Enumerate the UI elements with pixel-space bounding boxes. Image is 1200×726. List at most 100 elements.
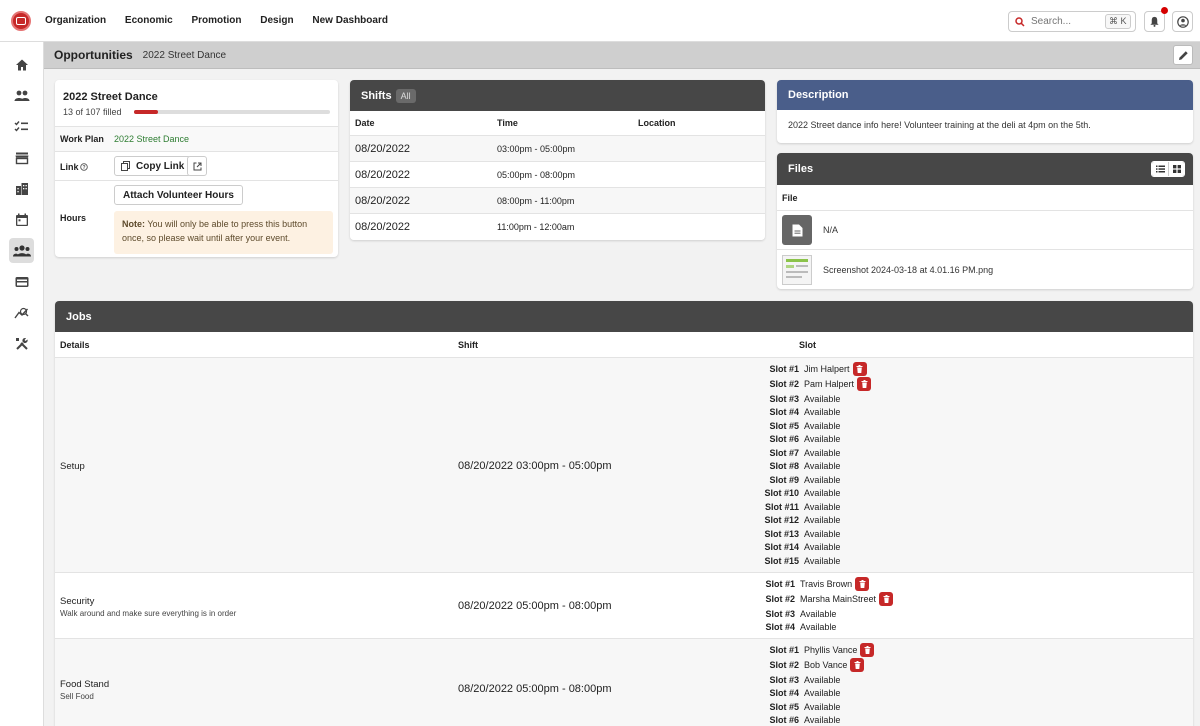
tools-icon [15,337,28,350]
nav-organization[interactable]: Organization [45,15,106,26]
shift-row[interactable]: 08/20/2022 05:00pm - 08:00pm [350,162,765,188]
slot-volunteer: Jim Halpert [804,363,850,374]
slot-number: Slot #1 [769,363,799,374]
sidebar-home[interactable] [9,52,34,77]
edit-button[interactable] [1173,45,1193,65]
slot-number: Slot #3 [769,393,799,404]
slot-number: Slot #6 [769,434,799,445]
remove-volunteer-icon[interactable] [879,592,894,607]
slot-available: Available [804,407,841,418]
sidebar-tasks[interactable] [9,114,34,139]
slot-available: Available [804,461,841,472]
shifts-col-time: Time [497,118,518,128]
sidebar-calendar[interactable] [9,207,34,232]
top-navbar: Organization Economic Promotion Design N… [0,0,1200,42]
fill-progress-bar [134,110,330,114]
external-link-icon [193,162,201,170]
slot-item: Slot #3 Available [763,673,874,687]
slot-number: Slot #15 [764,555,799,566]
sidebar-people[interactable] [9,83,34,108]
remove-volunteer-icon[interactable] [860,642,875,657]
attach-volunteer-hours-button[interactable]: Attach Volunteer Hours [114,185,243,205]
shift-row[interactable]: 08/20/2022 08:00pm - 11:00pm [350,188,765,214]
sidebar-buildings[interactable] [9,176,34,201]
file-row[interactable]: N/A [777,211,1193,250]
shifts-filter-badge[interactable]: All [395,88,416,103]
job-slots: Slot #1 Phyllis Vance Slot #2 Bob Vance Slot… [763,642,875,726]
buildings-icon [15,182,28,195]
jobs-col-shift: Shift [458,339,478,350]
files-card: Files File N/A Screenshot 2024-03-18 at … [777,153,1193,289]
notifications-button[interactable] [1144,7,1168,32]
shifts-table-header: Date Time Location [350,111,765,136]
page-header: Opportunities 2022 Street Dance [44,42,1200,69]
job-shift: 08/20/2022 03:00pm - 05:00pm [458,459,612,472]
slot-item: Slot #6 Available [763,714,874,726]
file-name[interactable]: N/A [823,225,838,235]
note-label: Note: [122,219,145,229]
description-text: 2022 Street dance info here! Volunteer t… [788,120,1091,130]
slot-number: Slot #5 [769,701,799,712]
slot-number: Slot #3 [769,674,799,685]
shift-date: 08/20/2022 [355,142,411,155]
shift-row[interactable]: 08/20/2022 11:00pm - 12:00am [350,214,765,240]
slot-item: Slot #4 Available [759,621,893,635]
nav-promotion[interactable]: Promotion [191,15,241,26]
open-link-button[interactable] [187,156,207,176]
help-icon[interactable]: ? [79,163,88,171]
notification-dot [1161,7,1168,14]
job-description: Walk around and make sure everything is … [60,609,237,618]
shift-row[interactable]: 08/20/2022 03:00pm - 05:00pm [350,136,765,162]
account-button[interactable] [1172,11,1193,32]
slot-item: Slot #10 Available [763,487,871,501]
remove-volunteer-icon[interactable] [850,658,865,673]
jobs-card: Jobs Details Shift Slot Setup 08/20/2022 … [55,301,1193,726]
slot-item: Slot #3 Available [759,607,893,621]
calendar-icon [15,213,28,226]
jobs-col-details: Details [60,339,90,350]
page-subtitle: 2022 Street Dance [142,49,227,61]
sidebar-store[interactable] [9,145,34,170]
shifts-header: Shifts All [350,80,765,111]
file-name[interactable]: Screenshot 2024-03-18 at 4.01.16 PM.png [823,265,993,275]
job-row: Food Stand Sell Food 08/20/2022 05:00pm - … [55,639,1193,726]
files-col-file: File [777,185,1193,211]
sidebar-tools[interactable] [9,331,34,356]
job-name: Setup [60,460,85,472]
sidebar-card[interactable] [9,269,34,294]
sidebar-groups[interactable] [9,238,34,263]
fill-progress-value [134,110,158,114]
app-logo[interactable] [11,10,31,31]
search-input[interactable] [1031,16,1105,27]
copy-link-button[interactable]: Copy Link [114,156,192,176]
remove-volunteer-icon[interactable] [855,576,870,591]
file-row[interactable]: Screenshot 2024-03-18 at 4.01.16 PM.png [777,250,1193,289]
remove-volunteer-icon[interactable] [852,361,867,376]
remove-volunteer-icon[interactable] [857,377,872,392]
work-plan-link[interactable]: 2022 Street Dance [114,134,189,144]
slot-item: Slot #5 Available [763,419,871,433]
shifts-col-date: Date [355,118,375,128]
search-box[interactable]: ⌘ K [1008,11,1136,32]
nav-economic[interactable]: Economic [125,15,173,26]
slot-available: Available [804,420,841,431]
jobs-col-slot: Slot [799,339,816,350]
slot-number: Slot #4 [765,622,795,633]
slot-number: Slot #2 [765,594,795,605]
job-shift: 08/20/2022 05:00pm - 08:00pm [458,600,612,612]
main-nav: Organization Economic Promotion Design N… [45,15,404,26]
slot-item: Slot #2 Bob Vance [763,658,874,674]
filled-count: 13 of 107 filled [63,107,122,117]
copy-icon [121,161,130,171]
slot-number: Slot #10 [764,488,799,499]
nav-new-dashboard[interactable]: New Dashboard [312,15,388,26]
grid-view-button[interactable] [1168,162,1184,176]
list-view-button[interactable] [1152,162,1168,176]
slot-available: Available [804,474,841,485]
slot-available: Available [804,542,841,553]
sidebar-analytics[interactable] [9,300,34,325]
shift-time: 05:00pm - 08:00pm [497,169,576,180]
slot-number: Slot #2 [769,379,799,390]
nav-design[interactable]: Design [260,15,293,26]
slot-volunteer: Pam Halpert [804,379,855,390]
